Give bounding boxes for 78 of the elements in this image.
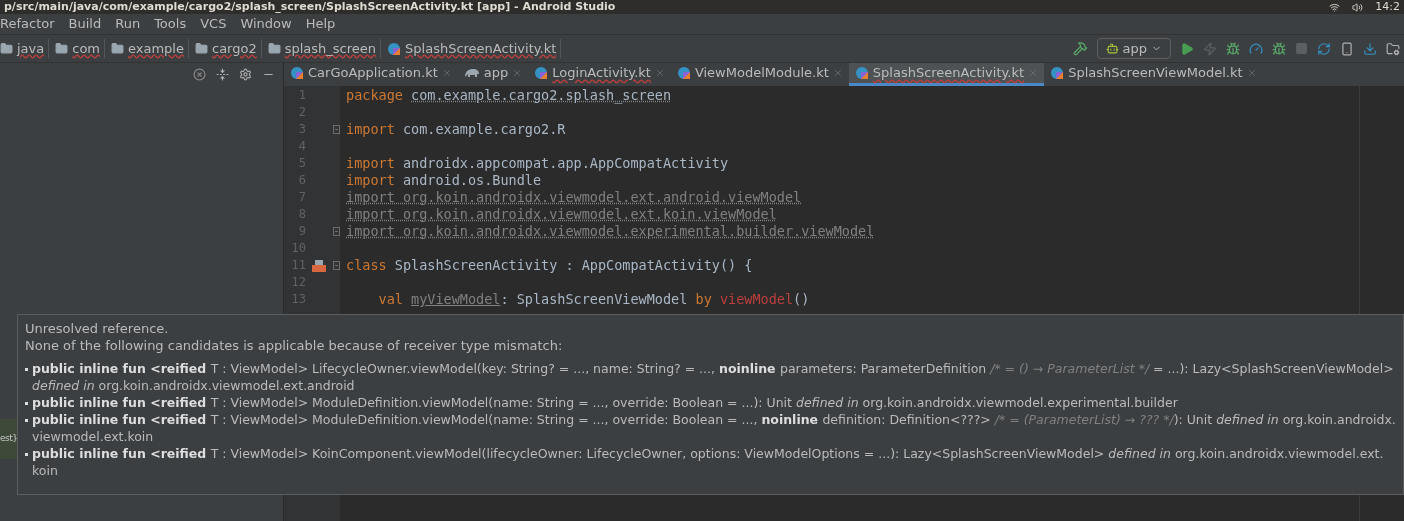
close-icon[interactable]: [654, 68, 665, 78]
gutter-marker-icon[interactable]: [312, 259, 326, 272]
close-icon[interactable]: [441, 68, 452, 78]
folder-icon: [55, 42, 69, 55]
kotlin-file-icon: [1050, 66, 1065, 80]
elephant-icon: [463, 67, 480, 79]
folder-icon: [0, 42, 13, 55]
collapse-icon[interactable]: [216, 68, 229, 81]
bullet-icon: [25, 453, 28, 456]
menu-item[interactable]: Window: [240, 14, 292, 34]
editor-tab[interactable]: app: [457, 63, 529, 86]
folder-icon: [195, 42, 208, 55]
menu-item[interactable]: Run: [115, 14, 141, 34]
settings-icon[interactable]: [239, 68, 252, 81]
menu-item[interactable]: Build: [68, 14, 102, 34]
editor-tab[interactable]: ViewModelModule.kt: [670, 63, 849, 86]
breadcrumb[interactable]: cargo2: [195, 38, 262, 59]
editor-tab[interactable]: LoginActivity.kt: [528, 63, 671, 86]
fold-marker-icon[interactable]: [332, 227, 340, 236]
kotlin-file-icon: [387, 41, 402, 56]
breadcrumb[interactable]: example: [111, 38, 189, 59]
window-title: p/src/main/java/com/example/cargo2/splash_screen/SplashScreenActivity.kt [app] - Android Studio: [4, 0, 616, 14]
breadcrumb[interactable]: com: [55, 38, 105, 59]
editor-tab[interactable]: SplashScreenViewModel.kt: [1044, 63, 1263, 86]
code-line: import androidx.appcompat.app.AppCompatActivity: [346, 155, 728, 171]
close-icon[interactable]: [1246, 68, 1257, 78]
code-line: val myViewModel: SplashScreenViewModel by viewModel(): [377, 291, 810, 307]
kotlin-file-icon: [676, 66, 691, 80]
code-snippet: est}: [0, 418, 19, 459]
bug-icon[interactable]: [1226, 41, 1240, 56]
editor-tab[interactable]: SplashScreenActivity.kt: [848, 63, 1045, 86]
code-line: import org.koin.androidx.viewmodel.experimental.builder.viewModel: [346, 223, 875, 239]
menu-item[interactable]: Help: [305, 14, 336, 34]
phone-icon[interactable]: [1340, 41, 1354, 56]
sync-icon[interactable]: [1317, 41, 1331, 56]
download-icon[interactable]: [1363, 41, 1377, 56]
candidate-signature: public inline fun <reified T : ViewModel> ModuleDefinition.viewModel(name: String = ..., override: Boolean = ...): Unit defined in org.koin.androidx.viewmodel.experimental.builder: [32, 394, 1178, 411]
bullet-icon: [25, 368, 28, 371]
run-icon[interactable]: [1180, 41, 1194, 56]
menu-item[interactable]: Refactor: [0, 14, 55, 34]
project-structure-icon[interactable]: [1386, 41, 1400, 56]
breadcrumb[interactable]: splash_screen: [267, 38, 382, 59]
code-line: import org.koin.androidx.viewmodel.ext.android.viewModel: [346, 189, 802, 205]
code-line: package com.example.cargo2.splash_screen: [346, 87, 672, 103]
debug-attach-icon[interactable]: [1272, 41, 1286, 56]
kotlin-file-icon: [854, 66, 869, 80]
folder-icon: [111, 42, 124, 55]
tooltip-title: Unresolved reference.: [25, 320, 170, 337]
close-circle-icon[interactable]: [193, 68, 206, 81]
fold-marker-icon[interactable]: [332, 261, 340, 270]
clock: 14:2: [1375, 0, 1400, 14]
breadcrumb[interactable]: SplashScreenActivity.kt: [387, 38, 562, 59]
android-icon: [1105, 42, 1119, 55]
fold-marker-icon[interactable]: [332, 125, 340, 134]
close-icon[interactable]: [512, 68, 523, 78]
code-line: import com.example.cargo2.R: [346, 121, 566, 137]
menu-item[interactable]: Tools: [154, 14, 187, 34]
code-line: import org.koin.androidx.viewmodel.ext.koin.viewModel: [346, 206, 777, 222]
build-icon[interactable]: [1072, 41, 1088, 56]
run-config-dropdown[interactable]: app: [1096, 38, 1171, 59]
folder-icon: [267, 42, 281, 55]
kotlin-file-icon: [290, 66, 304, 80]
code-line: import android.os.Bundle: [346, 172, 542, 188]
bullet-icon: [25, 402, 28, 405]
tooltip-message: None of the following candidates is applicable because of receiver type mismatch:: [25, 337, 564, 354]
editor-tab[interactable]: CarGoApplication.kt: [284, 63, 458, 86]
kotlin-file-icon: [534, 66, 549, 80]
code-line: class SplashScreenActivity : AppCompatActivity() {: [346, 257, 753, 273]
stop-icon[interactable]: [1295, 42, 1308, 55]
close-icon[interactable]: [832, 68, 843, 78]
gauge-icon[interactable]: [1249, 41, 1263, 56]
breadcrumb[interactable]: java: [0, 38, 50, 59]
bullet-icon: [25, 419, 28, 422]
volume-icon: [1352, 1, 1364, 13]
menu-item[interactable]: VCS: [200, 14, 227, 34]
lightning-icon[interactable]: [1203, 41, 1217, 56]
wifi-icon: [1329, 1, 1341, 13]
candidate-signature: public inline fun <reified T : ViewModel> KoinComponent.viewModel(lifecycleOwner: LifecycleOwner, options: ViewModelOptions = ...): Lazy<SplashScreenViewModel> defined in org.koin.androidx.viewmodel.ext. koin: [32, 445, 1385, 479]
